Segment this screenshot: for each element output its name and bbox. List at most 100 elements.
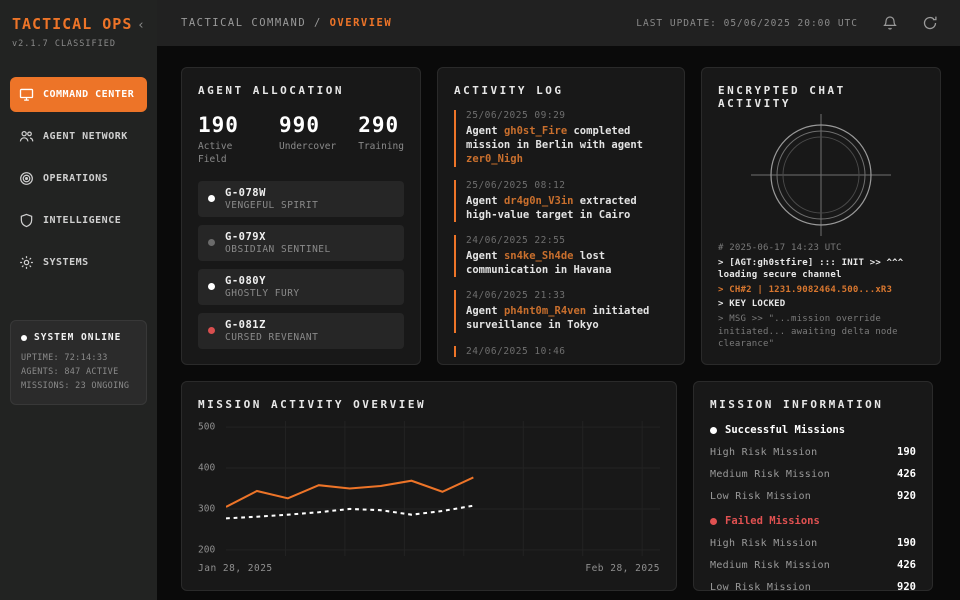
y-tick-label: 400 xyxy=(198,463,215,474)
agent-handle: ph4nt0m_R4ven xyxy=(504,305,586,317)
sidebar-item-operations[interactable]: OPERATIONS xyxy=(10,161,147,196)
terminal-line: > KEY LOCKED xyxy=(718,298,924,311)
stat-label: Training xyxy=(358,141,404,154)
agent-status-dot xyxy=(208,239,215,246)
collapse-sidebar-icon[interactable]: ‹ xyxy=(137,18,145,33)
agent-allocation-stats: 190 Active Field 990Undercover 290 Training xyxy=(198,113,404,167)
sidebar-item-intelligence[interactable]: INTELLIGENCE xyxy=(10,203,147,238)
agent-name: CURSED REVENANT xyxy=(225,332,318,343)
mission-row-value: 920 xyxy=(897,581,916,591)
log-entry: 24/06/2025 22:55 Agent sn4ke_Sh4de lost c… xyxy=(454,235,668,277)
breadcrumb-current[interactable]: OVERVIEW xyxy=(330,17,393,29)
agent-status-dot xyxy=(208,283,215,290)
log-message: Agent ph4nt0m_R4ven initiated surveillan… xyxy=(466,304,668,332)
mission-row-value: 920 xyxy=(897,490,916,502)
shield-icon xyxy=(19,213,34,228)
mission-row: Low Risk Mission920 xyxy=(710,581,916,591)
online-dot xyxy=(21,335,27,341)
chart-x-axis: Jan 28, 2025 Feb 28, 2025 xyxy=(198,563,660,574)
agent-allocation-card: AGENT ALLOCATION 190 Active Field 990Under… xyxy=(181,67,421,365)
topbar-actions: LAST UPDATE: 05/06/2025 20:00 UTC xyxy=(636,15,938,31)
sidebar: TACTICAL OPS ‹ v2.1.7 CLASSIFIED COMMAND… xyxy=(0,0,157,600)
gear-icon xyxy=(19,255,34,270)
breadcrumb-root[interactable]: TACTICAL COMMAND / xyxy=(181,17,330,29)
agent-handle: gh0st_Fire xyxy=(504,125,567,137)
agent-code: G-081Z xyxy=(225,319,318,331)
log-entry: 24/06/2025 21:33Agent ph4nt0m_R4ven init… xyxy=(454,290,668,332)
terminal-log: # 2025-06-17 14:23 UTC> [AGT:gh0stfire] … xyxy=(718,242,924,351)
terminal-line: > MSG >> "...mission override initiated.… xyxy=(718,313,924,351)
agent-handle: dr4g0n_V3in xyxy=(504,195,574,207)
log-timestamp: 24/06/2025 22:55 xyxy=(466,235,668,246)
app-logo: TACTICAL OPS xyxy=(12,16,132,33)
log-entry: 25/06/2025 08:12 Agent dr4g0n_V3in extrac… xyxy=(454,180,668,222)
chart-y-axis: 500400300200 xyxy=(198,421,226,556)
agent-list-item[interactable]: G-081ZCURSED REVENANT xyxy=(198,313,404,349)
logo-row: TACTICAL OPS ‹ xyxy=(10,14,147,33)
agent-status-dot xyxy=(208,327,215,334)
system-status-label: SYSTEM ONLINE xyxy=(34,332,121,343)
mission-chart-title: MISSION ACTIVITY OVERVIEW xyxy=(198,398,660,411)
section-label: Failed Missions xyxy=(725,515,820,527)
agent-list: G-078WVENGEFUL SPIRIT G-079XOBSIDIAN SENT… xyxy=(198,181,404,349)
radar-graphic xyxy=(718,114,924,236)
dashboard-content: AGENT ALLOCATION 190 Active Field 990Under… xyxy=(157,47,960,600)
mission-row-label: Medium Risk Mission xyxy=(710,469,830,480)
x-axis-end-label: Feb 28, 2025 xyxy=(585,563,660,574)
y-tick-label: 500 xyxy=(198,422,215,433)
chart-svg xyxy=(226,421,660,556)
y-tick-label: 300 xyxy=(198,503,215,514)
top-bar: TACTICAL COMMAND / OVERVIEW LAST UPDATE:… xyxy=(157,0,960,47)
agent-code: G-080Y xyxy=(225,275,300,287)
stat-label: Active Field xyxy=(198,141,257,167)
mission-row-label: Low Risk Mission xyxy=(710,491,811,502)
log-timestamp: 25/06/2025 09:29 xyxy=(466,110,668,121)
mission-row-value: 426 xyxy=(897,559,916,571)
agent-name: GHOSTLY FURY xyxy=(225,288,300,299)
system-status-title: SYSTEM ONLINE xyxy=(21,332,136,343)
agent-allocation-title: AGENT ALLOCATION xyxy=(198,84,404,97)
chart-plot xyxy=(226,421,660,556)
agent-list-item[interactable]: G-078WVENGEFUL SPIRIT xyxy=(198,181,404,217)
agent-list-item[interactable]: G-080YGHOSTLY FURY xyxy=(198,269,404,305)
log-message: Agent sn4ke_Sh4de lost communication in … xyxy=(466,249,668,277)
app-version: v2.1.7 CLASSIFIED xyxy=(12,39,145,49)
encrypted-chat-card: ENCRYPTED CHAT ACTIVITY # 2025-06-17 14:… xyxy=(701,67,941,365)
activity-log-entries: 25/06/2025 09:29Agent gh0st_Fire complet… xyxy=(454,110,668,357)
mission-row-value: 190 xyxy=(897,446,916,458)
sidebar-item-label: AGENT NETWORK xyxy=(43,131,128,142)
allocation-stat: 990Undercover xyxy=(279,113,336,167)
terminal-line: > [AGT:gh0stfire] ::: INIT >> ^^^ loadin… xyxy=(718,257,924,282)
last-update-text: LAST UPDATE: 05/06/2025 20:00 UTC xyxy=(636,18,858,29)
bell-icon[interactable] xyxy=(882,15,898,31)
breadcrumb[interactable]: TACTICAL COMMAND / OVERVIEW xyxy=(181,17,392,29)
refresh-icon[interactable] xyxy=(922,15,938,31)
target-icon xyxy=(19,171,34,186)
mission-row: Low Risk Mission 920 xyxy=(710,490,916,502)
mission-row: High Risk Mission190 xyxy=(710,446,916,458)
sidebar-item-command-center[interactable]: COMMAND CENTER xyxy=(10,77,147,112)
log-message: Agent dr4g0n_V3in extracted high-value t… xyxy=(466,194,668,222)
main-area: TACTICAL COMMAND / OVERVIEW LAST UPDATE:… xyxy=(157,0,960,600)
section-dot xyxy=(710,518,717,525)
agent-code: G-079X xyxy=(225,231,331,243)
mission-info-title: MISSION INFORMATION xyxy=(710,398,916,411)
encrypted-chat-title: ENCRYPTED CHAT ACTIVITY xyxy=(718,84,924,110)
sidebar-item-agent-network[interactable]: AGENT NETWORK xyxy=(10,119,147,154)
sidebar-item-systems[interactable]: SYSTEMS xyxy=(10,245,147,280)
mission-section-header: Successful Missions xyxy=(710,424,916,436)
users-icon xyxy=(19,129,34,144)
stat-value: 290 xyxy=(358,113,404,137)
stat-label: Undercover xyxy=(279,141,336,154)
agent-list-item[interactable]: G-079XOBSIDIAN SENTINEL xyxy=(198,225,404,261)
sidebar-item-label: COMMAND CENTER xyxy=(43,89,134,100)
sidebar-item-label: SYSTEMS xyxy=(43,257,89,268)
mission-row: High Risk Mission190 xyxy=(710,537,916,549)
log-timestamp: 25/06/2025 08:12 xyxy=(466,180,668,191)
stat-value: 190 xyxy=(198,113,257,137)
radar-icon xyxy=(746,114,896,236)
sidebar-item-label: INTELLIGENCE xyxy=(43,215,121,226)
mission-row: Medium Risk Mission426 xyxy=(710,559,916,571)
mission-chart-card: MISSION ACTIVITY OVERVIEW 500400300200 J… xyxy=(181,381,677,591)
chart-area: 500400300200 xyxy=(198,421,660,556)
